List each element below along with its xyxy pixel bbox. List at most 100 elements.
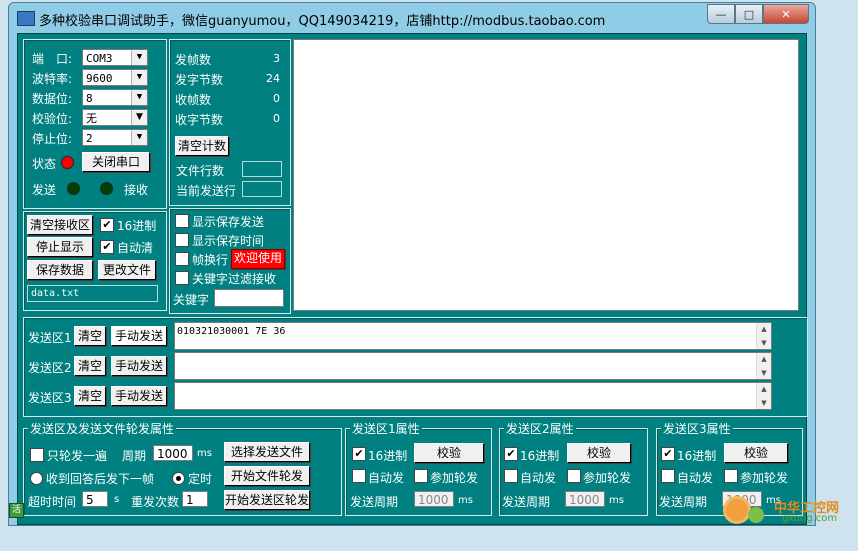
scroll-down-icon[interactable]: ▼ <box>757 367 771 379</box>
chevron-down-icon[interactable]: ▼ <box>131 110 147 125</box>
timed-radio[interactable] <box>172 472 185 485</box>
stats-panel: 发帧数 3 发字节数 24 收帧数 0 收字节数 0 清空计数 文件行数 当前发… <box>169 39 291 206</box>
parity-select[interactable]: 无 ▼ <box>82 109 148 126</box>
send-area-2-scrollbar[interactable]: ▲ ▼ <box>756 353 771 379</box>
area-3-check-button[interactable]: 校验 <box>724 443 788 463</box>
area-3-period-label: 发送周期 <box>659 495 708 509</box>
send-area-1-scrollbar[interactable]: ▲ ▼ <box>756 323 771 349</box>
status-label: 状态 <box>32 157 57 171</box>
area-2-auto-checkbox[interactable] <box>504 469 518 483</box>
send-area-2-label: 发送区2 <box>28 361 72 375</box>
send-area-1-send-button[interactable]: 手动发送 <box>111 326 167 346</box>
retry-input[interactable]: 1 <box>182 491 208 507</box>
area-2-period-input[interactable]: 1000 <box>565 491 605 507</box>
timeout-label: 超时时间 <box>28 495 77 509</box>
stopbits-select[interactable]: 2 ▼ <box>82 129 148 146</box>
period-label: 周期 <box>122 449 147 463</box>
scroll-up-icon[interactable]: ▲ <box>757 383 771 395</box>
clear-receive-button[interactable]: 清空接收区 <box>27 215 93 235</box>
show-save-send-checkbox[interactable] <box>175 214 189 228</box>
area-3-hex-label: 16进制 <box>677 449 717 463</box>
timed-label: 定时 <box>188 472 213 486</box>
timeout-input[interactable]: 5 <box>82 491 108 507</box>
select-file-button[interactable]: 选择发送文件 <box>224 442 310 462</box>
area-3-join-checkbox[interactable] <box>724 469 738 483</box>
show-save-time-checkbox[interactable] <box>175 233 189 247</box>
file-lines-field <box>242 161 282 177</box>
send-area-3-scrollbar[interactable]: ▲ ▼ <box>756 383 771 409</box>
rx-bytes-value: 0 <box>273 112 280 125</box>
title-bar: 多种校验串口调试助手，微信guanyumou，QQ149034219，店铺htt… <box>9 3 815 31</box>
send-area-2-send-button[interactable]: 手动发送 <box>111 356 167 376</box>
area-1-join-checkbox[interactable] <box>414 469 428 483</box>
chevron-down-icon[interactable]: ▼ <box>131 130 147 145</box>
area-3-auto-checkbox[interactable] <box>661 469 675 483</box>
scroll-down-icon[interactable]: ▼ <box>757 337 771 349</box>
keyword-filter-checkbox[interactable] <box>175 271 189 285</box>
tx-frames-value: 3 <box>273 52 280 65</box>
rotate-once-label: 只轮发一遍 <box>47 449 108 463</box>
area-1-check-button[interactable]: 校验 <box>414 443 484 463</box>
file-lines-label: 文件行数 <box>176 164 225 178</box>
chevron-down-icon[interactable]: ▼ <box>131 70 147 85</box>
area-1-auto-label: 自动发 <box>368 471 405 485</box>
stop-display-button[interactable]: 停止显示 <box>27 237 93 257</box>
area-1-auto-checkbox[interactable] <box>352 469 366 483</box>
receive-area[interactable] <box>293 39 799 311</box>
close-port-button[interactable]: 关闭串口 <box>82 152 150 172</box>
close-button[interactable]: ✕ <box>763 4 809 24</box>
send-area-1-clear-button[interactable]: 清空 <box>74 326 106 346</box>
auto-clear-label: 自动清 <box>117 241 154 255</box>
clear-count-button[interactable]: 清空计数 <box>175 136 229 156</box>
send-area-2-clear-button[interactable]: 清空 <box>74 356 106 376</box>
show-save-send-label: 显示保存发送 <box>192 215 265 229</box>
area-3-hex-checkbox[interactable]: ✔ <box>661 447 675 461</box>
scroll-down-icon[interactable]: ▼ <box>757 397 771 409</box>
send-area-3-clear-button[interactable]: 清空 <box>74 386 106 406</box>
keyword-input[interactable] <box>214 289 284 307</box>
frame-newline-checkbox[interactable] <box>175 252 189 266</box>
start-file-rotation-button[interactable]: 开始文件轮发 <box>224 466 310 486</box>
baud-select[interactable]: 9600 ▼ <box>82 69 148 86</box>
hex-display-checkbox[interactable]: ✔ <box>100 218 114 232</box>
send-area-2-input[interactable]: ▲ ▼ <box>174 352 772 380</box>
send-area-1-text: 010321030001 7E 36 <box>177 326 286 337</box>
port-select[interactable]: COM3 ▼ <box>82 49 148 66</box>
send-area-1-label: 发送区1 <box>28 331 72 345</box>
save-data-button[interactable]: 保存数据 <box>27 260 93 280</box>
area-2-period-unit: ms <box>609 495 624 506</box>
parity-label: 校验位: <box>32 112 73 126</box>
send-area-1-input[interactable]: 010321030001 7E 36 ▲ ▼ <box>174 322 772 350</box>
minimize-button[interactable]: — <box>707 4 735 24</box>
chevron-down-icon[interactable]: ▼ <box>131 90 147 105</box>
scroll-up-icon[interactable]: ▲ <box>757 323 771 335</box>
area-1-props-title: 发送区1属性 <box>350 420 422 437</box>
change-file-button[interactable]: 更改文件 <box>98 260 156 280</box>
area-2-check-button[interactable]: 校验 <box>567 443 631 463</box>
port-settings-panel: 端 口: COM3 ▼ 波特率: 9600 ▼ 数据位: 8 ▼ 校验位: 无 ▼ 停止… <box>23 39 167 209</box>
receive-led-icon <box>100 182 113 195</box>
auto-clear-checkbox[interactable]: ✔ <box>100 240 114 254</box>
on-reply-radio[interactable] <box>30 472 43 485</box>
rotate-once-checkbox[interactable] <box>30 448 44 462</box>
maximize-button[interactable]: □ <box>735 4 763 24</box>
period-input[interactable]: 1000 <box>153 445 193 461</box>
window-title: 多种校验串口调试助手，微信guanyumou，QQ149034219，店铺htt… <box>39 14 606 29</box>
area-1-period-input[interactable]: 1000 <box>414 491 454 507</box>
chevron-down-icon[interactable]: ▼ <box>131 50 147 65</box>
rx-bytes-label: 收字节数 <box>175 113 224 127</box>
area-2-hex-checkbox[interactable]: ✔ <box>504 447 518 461</box>
area-2-join-checkbox[interactable] <box>567 469 581 483</box>
send-area-3-input[interactable]: ▲ ▼ <box>174 382 772 410</box>
client-area: 端 口: COM3 ▼ 波特率: 9600 ▼ 数据位: 8 ▼ 校验位: 无 ▼ 停止… <box>17 33 808 525</box>
area-1-hex-checkbox[interactable]: ✔ <box>352 447 366 461</box>
area-1-props-group: 发送区1属性 ✔ 16进制 校验 自动发 参加轮发 发送周期 1000 ms <box>345 420 492 516</box>
databits-select[interactable]: 8 ▼ <box>82 89 148 106</box>
send-area-3-send-button[interactable]: 手动发送 <box>111 386 167 406</box>
start-area-rotation-button[interactable]: 开始发送区轮发 <box>224 490 310 510</box>
scroll-up-icon[interactable]: ▲ <box>757 353 771 365</box>
rotation-group-title: 发送区及发送文件轮发属性 <box>28 420 177 437</box>
area-1-join-label: 参加轮发 <box>430 471 479 485</box>
filename-field[interactable]: data.txt <box>27 285 158 302</box>
tx-bytes-label: 发字节数 <box>175 73 224 87</box>
